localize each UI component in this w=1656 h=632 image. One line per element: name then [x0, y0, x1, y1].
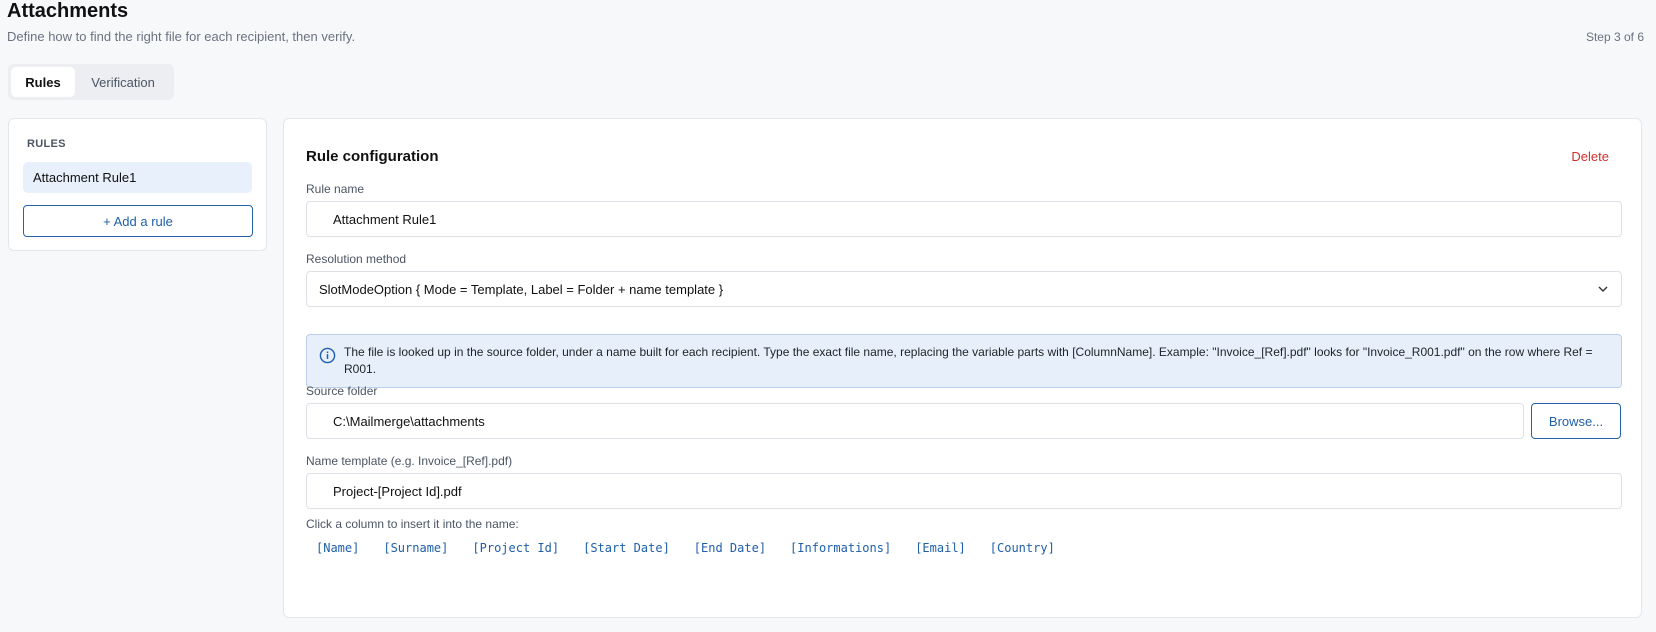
info-banner: The file is looked up in the source fold…	[306, 334, 1622, 388]
tab-bar: Rules Verification	[8, 64, 174, 100]
column-chip-email[interactable]: [Email]	[909, 537, 972, 559]
source-folder-label: Source folder	[306, 384, 378, 398]
tab-rules[interactable]: Rules	[11, 67, 75, 97]
rules-panel: RULES Attachment Rule1 + Add a rule	[8, 118, 267, 251]
column-chip-project-id[interactable]: [Project Id]	[466, 537, 565, 559]
info-text: The file is looked up in the source fold…	[344, 345, 1593, 376]
column-chip-start-date[interactable]: [Start Date]	[577, 537, 676, 559]
column-chip-name[interactable]: [Name]	[310, 537, 365, 559]
resolution-method-label: Resolution method	[306, 252, 407, 266]
rule-configuration-title: Rule configuration	[306, 148, 439, 165]
source-folder-field[interactable]: C:\Mailmerge\attachments	[306, 403, 1524, 439]
tab-verification[interactable]: Verification	[75, 67, 171, 97]
delete-rule-button[interactable]: Delete	[1571, 149, 1609, 164]
columns-hint: Click a column to insert it into the nam…	[306, 517, 519, 531]
browse-button[interactable]: Browse...	[1531, 403, 1621, 439]
column-chip-end-date[interactable]: [End Date]	[688, 537, 772, 559]
column-chip-surname[interactable]: [Surname]	[377, 537, 454, 559]
add-rule-button[interactable]: + Add a rule	[23, 205, 253, 237]
info-icon	[319, 347, 336, 364]
resolution-method-select[interactable]: SlotModeOption { Mode = Template, Label …	[306, 271, 1622, 307]
rule-name-label: Rule name	[306, 182, 365, 196]
resolution-method-value: SlotModeOption { Mode = Template, Label …	[319, 281, 724, 297]
column-chip-list: [Name] [Surname] [Project Id] [Start Dat…	[310, 537, 1073, 559]
column-chip-informations[interactable]: [Informations]	[784, 537, 897, 559]
name-template-label: Name template (e.g. Invoice_[Ref].pdf)	[306, 454, 513, 468]
page-title: Attachments	[7, 0, 129, 22]
rule-name-field[interactable]: Attachment Rule1	[306, 201, 1622, 237]
attachments-page: Attachments Define how to find the right…	[0, 0, 1656, 632]
chevron-down-icon	[1598, 286, 1608, 292]
column-chip-country[interactable]: [Country]	[984, 537, 1061, 559]
rule-configuration-panel: Rule configuration Delete Rule name Atta…	[283, 118, 1642, 618]
name-template-field[interactable]: Project-[Project Id].pdf	[306, 473, 1622, 509]
rules-heading: RULES	[27, 138, 66, 150]
rule-list-item[interactable]: Attachment Rule1	[23, 162, 252, 193]
step-indicator: Step 3 of 6	[1585, 30, 1644, 44]
page-subtitle: Define how to find the right file for ea…	[7, 29, 356, 44]
